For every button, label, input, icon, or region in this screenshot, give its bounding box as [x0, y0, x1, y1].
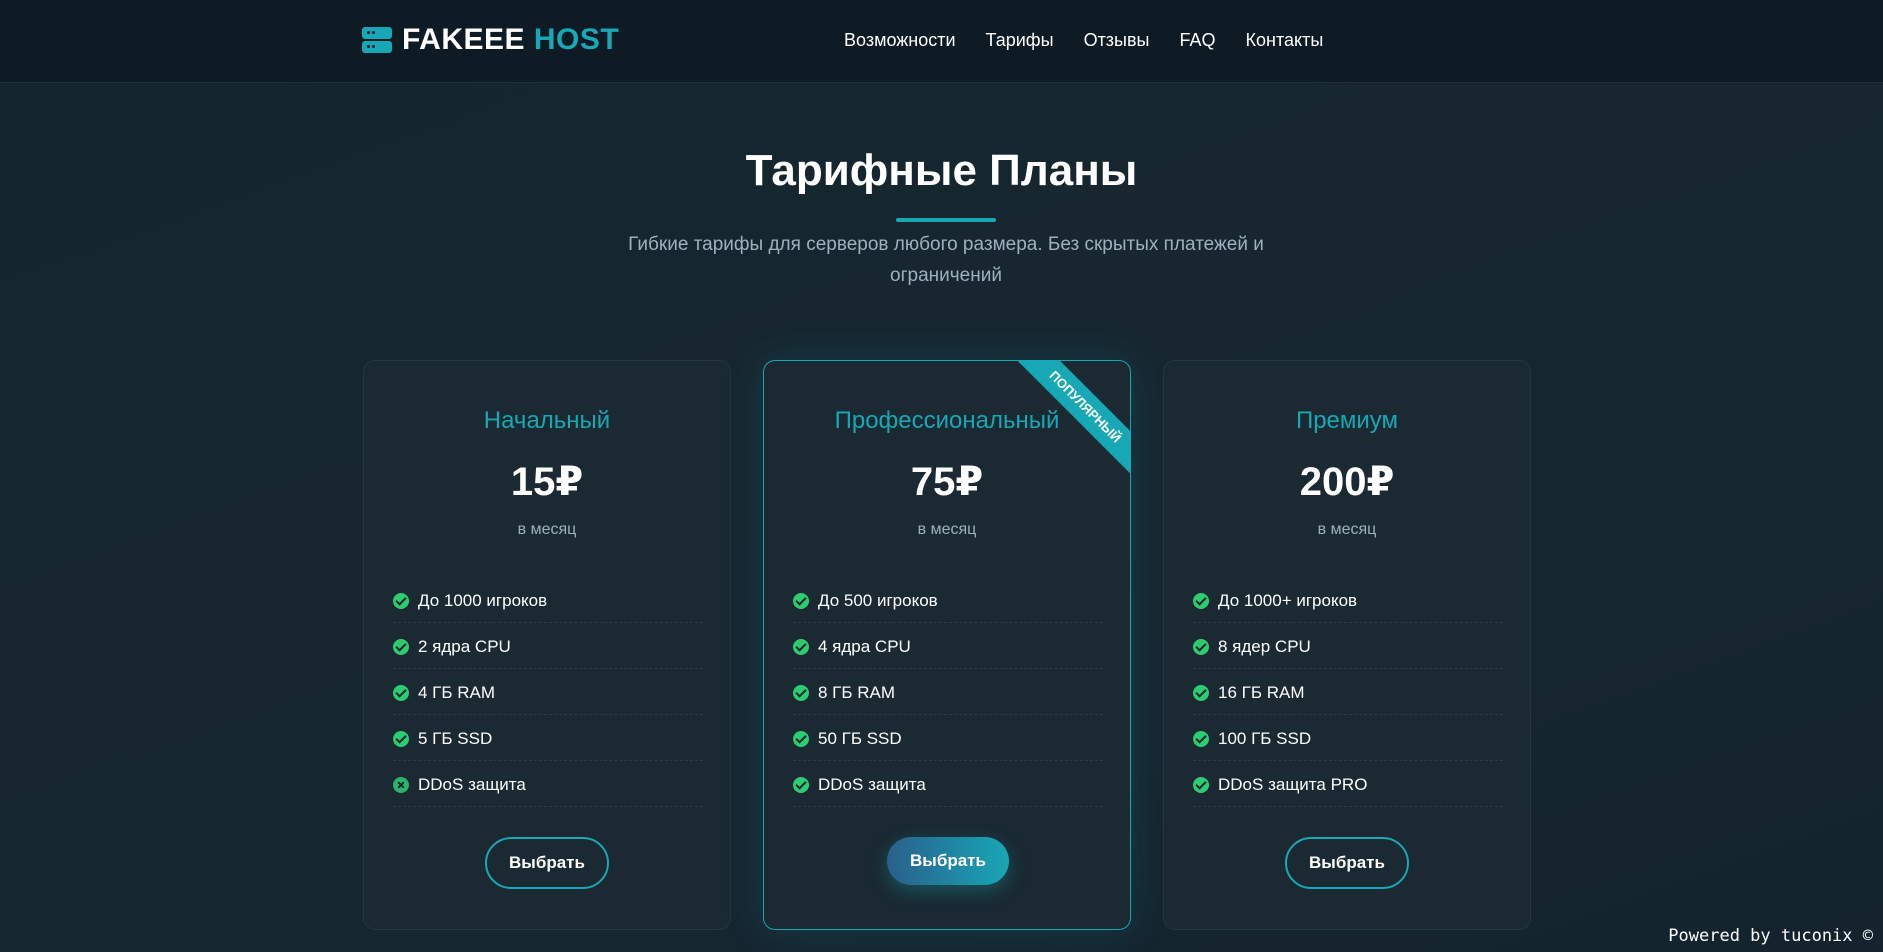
feature-text: 5 ГБ SSD — [418, 728, 493, 748]
brand-logo[interactable]: FAKEEE HOST — [362, 23, 619, 57]
brand-name-accent: HOST — [533, 23, 620, 56]
nav-link-features[interactable]: Возможности — [844, 28, 956, 52]
feature-item: До 1000 игроков — [393, 577, 703, 623]
feature-text: До 500 игроков — [818, 590, 938, 610]
plan-price: 75₽ — [910, 460, 984, 504]
feature-item: До 1000+ игроков — [1193, 577, 1503, 623]
feature-list: До 500 игроков 4 ядра CPU 8 ГБ RAM 50 ГБ… — [793, 577, 1103, 807]
feature-item: 4 ядра CPU — [793, 623, 1103, 669]
feature-text: До 1000+ игроков — [1218, 590, 1358, 610]
section-subtitle: Гибкие тарифы для серверов любого размер… — [628, 234, 1264, 286]
select-plan-button[interactable]: Выбрать — [887, 837, 1009, 885]
check-icon — [1193, 730, 1209, 747]
feature-text: DDoS защита PRO — [1218, 774, 1368, 794]
check-icon — [793, 776, 809, 793]
feature-item: DDoS защита — [793, 761, 1103, 807]
plan-period: в месяц — [517, 521, 577, 538]
feature-item: До 500 игроков — [793, 577, 1103, 623]
check-icon — [393, 684, 409, 701]
main-nav: Возможности Тарифы Отзывы FAQ Контакты — [844, 28, 1353, 52]
check-icon — [393, 638, 409, 655]
cross-icon — [393, 776, 409, 793]
check-icon — [393, 592, 409, 609]
feature-item: DDoS защита PRO — [1193, 761, 1503, 807]
section-title: Тарифные Планы — [745, 146, 1138, 195]
site-header: FAKEEE HOST Возможности Тарифы Отзывы FA… — [0, 0, 1883, 83]
nav-link-faq[interactable]: FAQ — [1180, 28, 1216, 52]
plan-period: в месяц — [917, 521, 977, 538]
plan-price: 200₽ — [1299, 460, 1395, 504]
feature-text: 16 ГБ RAM — [1218, 682, 1305, 702]
feature-text: 4 ГБ RAM — [418, 682, 496, 702]
feature-list: До 1000 игроков 2 ядра CPU 4 ГБ RAM 5 ГБ… — [393, 577, 703, 807]
check-icon — [1193, 684, 1209, 701]
feature-text: DDoS защита — [818, 774, 926, 794]
check-icon — [1193, 638, 1209, 655]
check-icon — [793, 684, 809, 701]
plan-card-starter: Начальный 15₽ в месяц До 1000 игроков 2 … — [363, 360, 731, 930]
feature-text: DDoS защита — [418, 774, 526, 794]
check-icon — [793, 638, 809, 655]
nav-link-reviews[interactable]: Отзывы — [1084, 28, 1150, 52]
brand-name: FAKEEE HOST — [402, 23, 619, 57]
feature-item: DDoS защита — [393, 761, 703, 807]
plan-period: в месяц — [1317, 521, 1377, 538]
select-plan-button[interactable]: Выбрать — [485, 837, 609, 889]
select-plan-button[interactable]: Выбрать — [1285, 837, 1409, 889]
feature-item: 5 ГБ SSD — [393, 715, 703, 761]
server-icon — [362, 26, 392, 54]
feature-text: До 1000 игроков — [418, 590, 548, 610]
feature-text: 4 ядра CPU — [818, 636, 911, 656]
check-icon — [393, 730, 409, 747]
title-underline — [896, 218, 996, 222]
plan-name: Премиум — [1295, 407, 1399, 434]
feature-item: 100 ГБ SSD — [1193, 715, 1503, 761]
plan-card-professional: Популярный Профессиональный 75₽ в месяц … — [763, 360, 1131, 930]
feature-item: 50 ГБ SSD — [793, 715, 1103, 761]
feature-text: 8 ГБ RAM — [818, 682, 896, 702]
feature-item: 4 ГБ RAM — [393, 669, 703, 715]
check-icon — [793, 592, 809, 609]
nav-link-contacts[interactable]: Контакты — [1246, 28, 1324, 52]
feature-item: 8 ядер CPU — [1193, 623, 1503, 669]
check-icon — [793, 730, 809, 747]
plan-name: Профессиональный — [834, 407, 1060, 434]
feature-text: 8 ядер CPU — [1218, 636, 1311, 656]
feature-item: 2 ядра CPU — [393, 623, 703, 669]
plan-price: 15₽ — [510, 460, 584, 504]
nav-link-pricing[interactable]: Тарифы — [986, 28, 1054, 52]
feature-text: 50 ГБ SSD — [818, 728, 902, 748]
plan-card-premium: Премиум 200₽ в месяц До 1000+ игроков 8 … — [1163, 360, 1531, 930]
feature-text: 100 ГБ SSD — [1218, 728, 1312, 748]
check-icon — [1193, 776, 1209, 793]
powered-by-label: Powered by tuconix © — [1668, 926, 1873, 946]
feature-item: 8 ГБ RAM — [793, 669, 1103, 715]
brand-name-primary: FAKEEE — [402, 23, 526, 56]
plan-name: Начальный — [483, 407, 611, 434]
check-icon — [1193, 592, 1209, 609]
feature-list: До 1000+ игроков 8 ядер CPU 16 ГБ RAM 10… — [1193, 577, 1503, 807]
feature-text: 2 ядра CPU — [418, 636, 511, 656]
feature-item: 16 ГБ RAM — [1193, 669, 1503, 715]
